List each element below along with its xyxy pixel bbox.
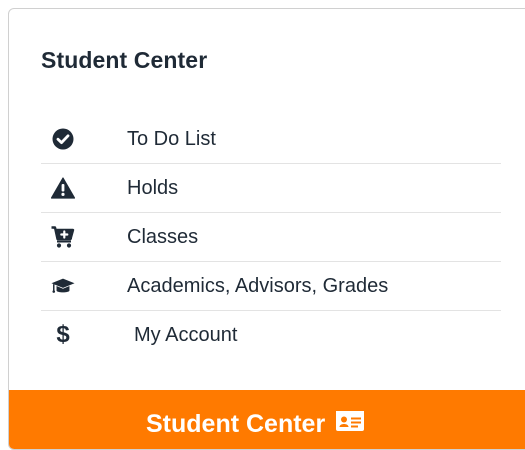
menu-item-label: To Do List xyxy=(127,128,216,150)
student-center-card: Student Center To Do List Holds Classes … xyxy=(8,8,525,450)
student-center-button-label: Student Center xyxy=(146,409,326,438)
menu-item-label: Academics, Advisors, Grades xyxy=(127,275,389,297)
menu-item-label: My Account xyxy=(134,324,238,346)
menu-item-holds[interactable]: Holds xyxy=(41,164,501,213)
menu-item-my-account[interactable]: $ My Account xyxy=(41,311,501,360)
id-card-icon xyxy=(335,410,365,439)
cart-plus-icon xyxy=(51,225,75,249)
menu-item-classes[interactable]: Classes xyxy=(41,213,501,262)
graduation-cap-icon xyxy=(51,274,75,298)
menu-item-to-do-list[interactable]: To Do List xyxy=(41,115,501,164)
student-center-button[interactable]: Student Center xyxy=(9,390,525,449)
menu-item-academics-advisors-grades[interactable]: Academics, Advisors, Grades xyxy=(41,262,501,311)
check-circle-icon xyxy=(51,127,75,151)
card-title: Student Center xyxy=(41,47,208,73)
student-center-menu: To Do List Holds Classes Academics, Advi… xyxy=(41,115,501,360)
menu-item-label: Holds xyxy=(127,177,179,199)
menu-item-label: Classes xyxy=(127,226,199,248)
warning-triangle-icon xyxy=(51,176,75,200)
dollar-icon: $ xyxy=(56,321,70,348)
